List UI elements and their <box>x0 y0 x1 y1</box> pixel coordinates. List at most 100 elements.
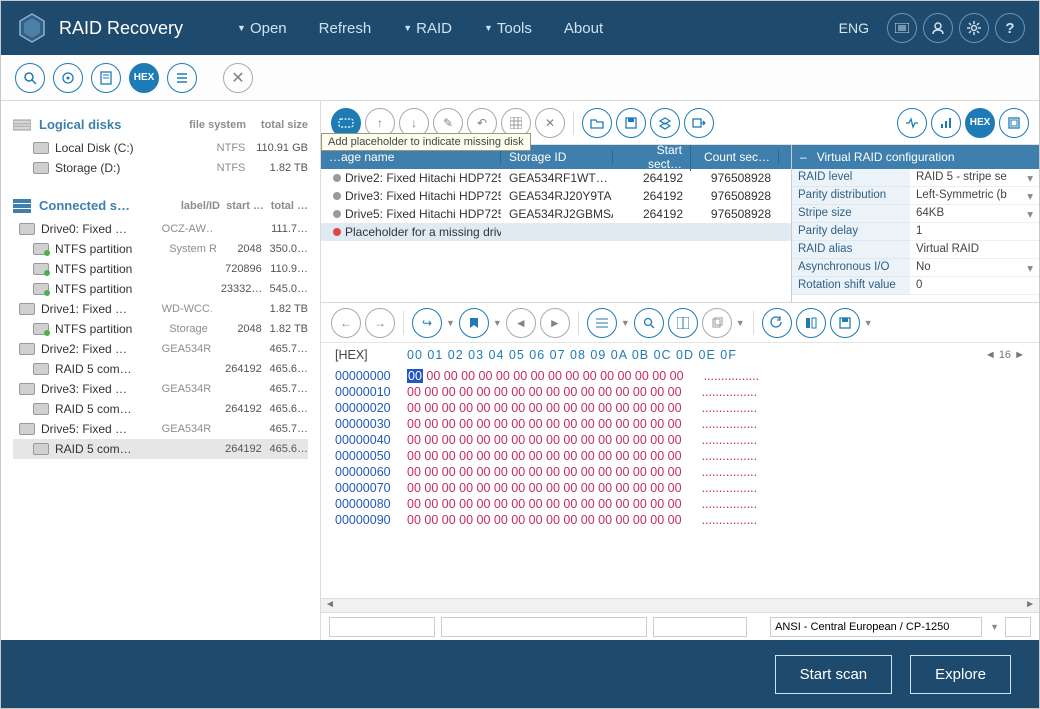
drive-icon <box>19 223 35 235</box>
hex-copy-icon[interactable] <box>702 308 732 338</box>
hex-line[interactable]: 0000008000 00 00 00 00 00 00 00 00 00 00… <box>335 497 1025 513</box>
hex-prev-bm-icon[interactable]: ◄ <box>506 308 536 338</box>
drive-row[interactable]: Drive2: Fixed Hitachi HDP7250… GEA534RF1… <box>321 169 791 187</box>
drive-icon <box>33 283 49 295</box>
hex-mode-icon[interactable]: HEX <box>965 108 995 138</box>
logical-disks-header: Logical disks file systemtotal size <box>13 111 308 138</box>
hex-small-input[interactable] <box>1005 617 1031 637</box>
drive-icon <box>19 383 35 395</box>
search-icon[interactable] <box>15 63 45 93</box>
hex-encoding-select[interactable] <box>770 617 982 637</box>
hex-line[interactable]: 0000001000 00 00 00 00 00 00 00 00 00 00… <box>335 385 1025 401</box>
status-dot-icon <box>333 210 341 218</box>
storage-row[interactable]: NTFS partitionStorage20481.82 TB <box>13 319 308 339</box>
start-scan-button[interactable]: Start scan <box>775 655 893 694</box>
hex-fwd-icon[interactable]: → <box>365 308 395 338</box>
hex-view-icon[interactable]: HEX <box>129 63 159 93</box>
collapse-icon[interactable]: – <box>800 150 807 164</box>
hex-line[interactable]: 0000003000 00 00 00 00 00 00 00 00 00 00… <box>335 417 1025 433</box>
window-icon[interactable] <box>999 108 1029 138</box>
drive-row[interactable]: Drive3: Fixed Hitachi HDP7250… GEA534RJ2… <box>321 187 791 205</box>
hex-compare-icon[interactable] <box>796 308 826 338</box>
file-icon[interactable] <box>91 63 121 93</box>
menu-raid[interactable]: ▼RAID <box>389 14 466 43</box>
drive-row[interactable]: Drive5: Fixed Hitachi HDP7250… GEA534RJ2… <box>321 205 791 223</box>
logical-disk-row[interactable]: Storage (D:)NTFS1.82 TB <box>13 158 308 178</box>
storage-row[interactable]: Drive2: Fixed …GEA534R…465.7… <box>13 339 308 359</box>
storage-row[interactable]: RAID 5 com…264192465.6… <box>13 359 308 379</box>
drive-icon <box>19 423 35 435</box>
config-row[interactable]: Asynchronous I/ONo <box>792 259 1039 277</box>
storage-row[interactable]: Drive3: Fixed …GEA534R…465.7… <box>13 379 308 399</box>
config-row[interactable]: Stripe size64KB <box>792 205 1039 223</box>
hex-value-input[interactable] <box>441 617 647 637</box>
hex-line[interactable]: 0000009000 00 00 00 00 00 00 00 00 00 00… <box>335 513 1025 529</box>
hex-line[interactable]: 0000000000 00 00 00 00 00 00 00 00 00 00… <box>335 369 1025 385</box>
menu-about[interactable]: About <box>550 14 617 43</box>
hex-list2-icon[interactable] <box>587 308 617 338</box>
hex-next-bm-icon[interactable]: ► <box>540 308 570 338</box>
disk-nav-icon[interactable] <box>53 63 83 93</box>
hex-cols-icon[interactable] <box>668 308 698 338</box>
storage-row[interactable]: NTFS partitionSystem R…2048350.0… <box>13 239 308 259</box>
language-selector[interactable]: ENG <box>839 20 869 36</box>
config-row[interactable]: Parity delay1 <box>792 223 1039 241</box>
storage-row[interactable]: Drive1: Fixed …WD-WCC…1.82 TB <box>13 299 308 319</box>
raid-config-panel: –Virtual RAID configuration RAID levelRA… <box>791 145 1039 302</box>
logical-disk-row[interactable]: Local Disk (C:)NTFS110.91 GB <box>13 138 308 158</box>
hex-line[interactable]: 0000006000 00 00 00 00 00 00 00 00 00 00… <box>335 465 1025 481</box>
drive-row[interactable]: Placeholder for a missing drive <box>321 223 791 241</box>
storage-row[interactable]: RAID 5 com…264192465.6… <box>13 399 308 419</box>
config-row[interactable]: RAID levelRAID 5 - stripe se <box>792 169 1039 187</box>
export-icon[interactable] <box>684 108 714 138</box>
hex-header: [HEX] 00 01 02 03 04 05 06 07 08 09 0A 0… <box>321 343 1039 367</box>
activity-icon[interactable] <box>897 108 927 138</box>
save-icon[interactable] <box>616 108 646 138</box>
user-icon[interactable] <box>923 13 953 43</box>
storage-row[interactable]: RAID 5 com…264192465.6… <box>13 439 308 459</box>
drive-icon <box>33 443 49 455</box>
hex-offset-input[interactable] <box>329 617 435 637</box>
open-folder-icon[interactable] <box>582 108 612 138</box>
remove-icon[interactable]: ✕ <box>535 108 565 138</box>
menu-tools[interactable]: ▼Tools <box>470 14 546 43</box>
layers-icon[interactable] <box>650 108 680 138</box>
storage-row[interactable]: Drive5: Fixed …GEA534R…465.7… <box>13 419 308 439</box>
hex-save-icon[interactable] <box>830 308 860 338</box>
config-row[interactable]: Parity distributionLeft-Symmetric (b <box>792 187 1039 205</box>
hex-refresh-icon[interactable] <box>762 308 792 338</box>
list-icon[interactable] <box>167 63 197 93</box>
hex-line[interactable]: 0000004000 00 00 00 00 00 00 00 00 00 00… <box>335 433 1025 449</box>
col-id[interactable]: Storage ID <box>501 150 613 164</box>
menu-open[interactable]: ▼Open <box>223 14 301 43</box>
storage-row[interactable]: NTFS partition720896110.9… <box>13 259 308 279</box>
col-count[interactable]: Count sec… <box>691 150 779 164</box>
config-row[interactable]: Rotation shift value0 <box>792 277 1039 295</box>
close-icon[interactable]: ✕ <box>223 63 253 93</box>
chart-icon[interactable] <box>931 108 961 138</box>
explore-button[interactable]: Explore <box>910 655 1011 694</box>
hex-search-icon[interactable] <box>634 308 664 338</box>
gear-icon[interactable] <box>959 13 989 43</box>
menu-refresh[interactable]: Refresh <box>305 14 386 43</box>
col-name[interactable]: …age name <box>321 150 501 164</box>
raid-toolbar: Add placeholder to indicate missing disk… <box>321 101 1039 145</box>
hex-line[interactable]: 0000007000 00 00 00 00 00 00 00 00 00 00… <box>335 481 1025 497</box>
titlebar: RAID Recovery ▼Open Refresh ▼RAID ▼Tools… <box>1 1 1039 55</box>
hex-line[interactable]: 0000005000 00 00 00 00 00 00 00 00 00 00… <box>335 449 1025 465</box>
col-start[interactable]: Start sect… <box>613 145 691 171</box>
config-row[interactable]: RAID aliasVirtual RAID <box>792 241 1039 259</box>
storage-row[interactable]: NTFS partition23332…545.0… <box>13 279 308 299</box>
view-icon[interactable] <box>887 13 917 43</box>
hex-back-icon[interactable]: ← <box>331 308 361 338</box>
storage-row[interactable]: Drive0: Fixed …OCZ-AW…111.7… <box>13 219 308 239</box>
help-icon[interactable]: ? <box>995 13 1025 43</box>
hex-jump-icon[interactable]: ↪ <box>412 308 442 338</box>
app-title: RAID Recovery <box>59 18 183 39</box>
tooltip: Add placeholder to indicate missing disk <box>321 133 531 151</box>
hex-line[interactable]: 0000002000 00 00 00 00 00 00 00 00 00 00… <box>335 401 1025 417</box>
hex-bookmark-icon[interactable] <box>459 308 489 338</box>
connected-storages-header: Connected s… label/IDstart …total … <box>13 192 308 219</box>
hex-extra-input[interactable] <box>653 617 747 637</box>
hex-width-nav[interactable]: ◄ 16 ► <box>985 349 1025 361</box>
